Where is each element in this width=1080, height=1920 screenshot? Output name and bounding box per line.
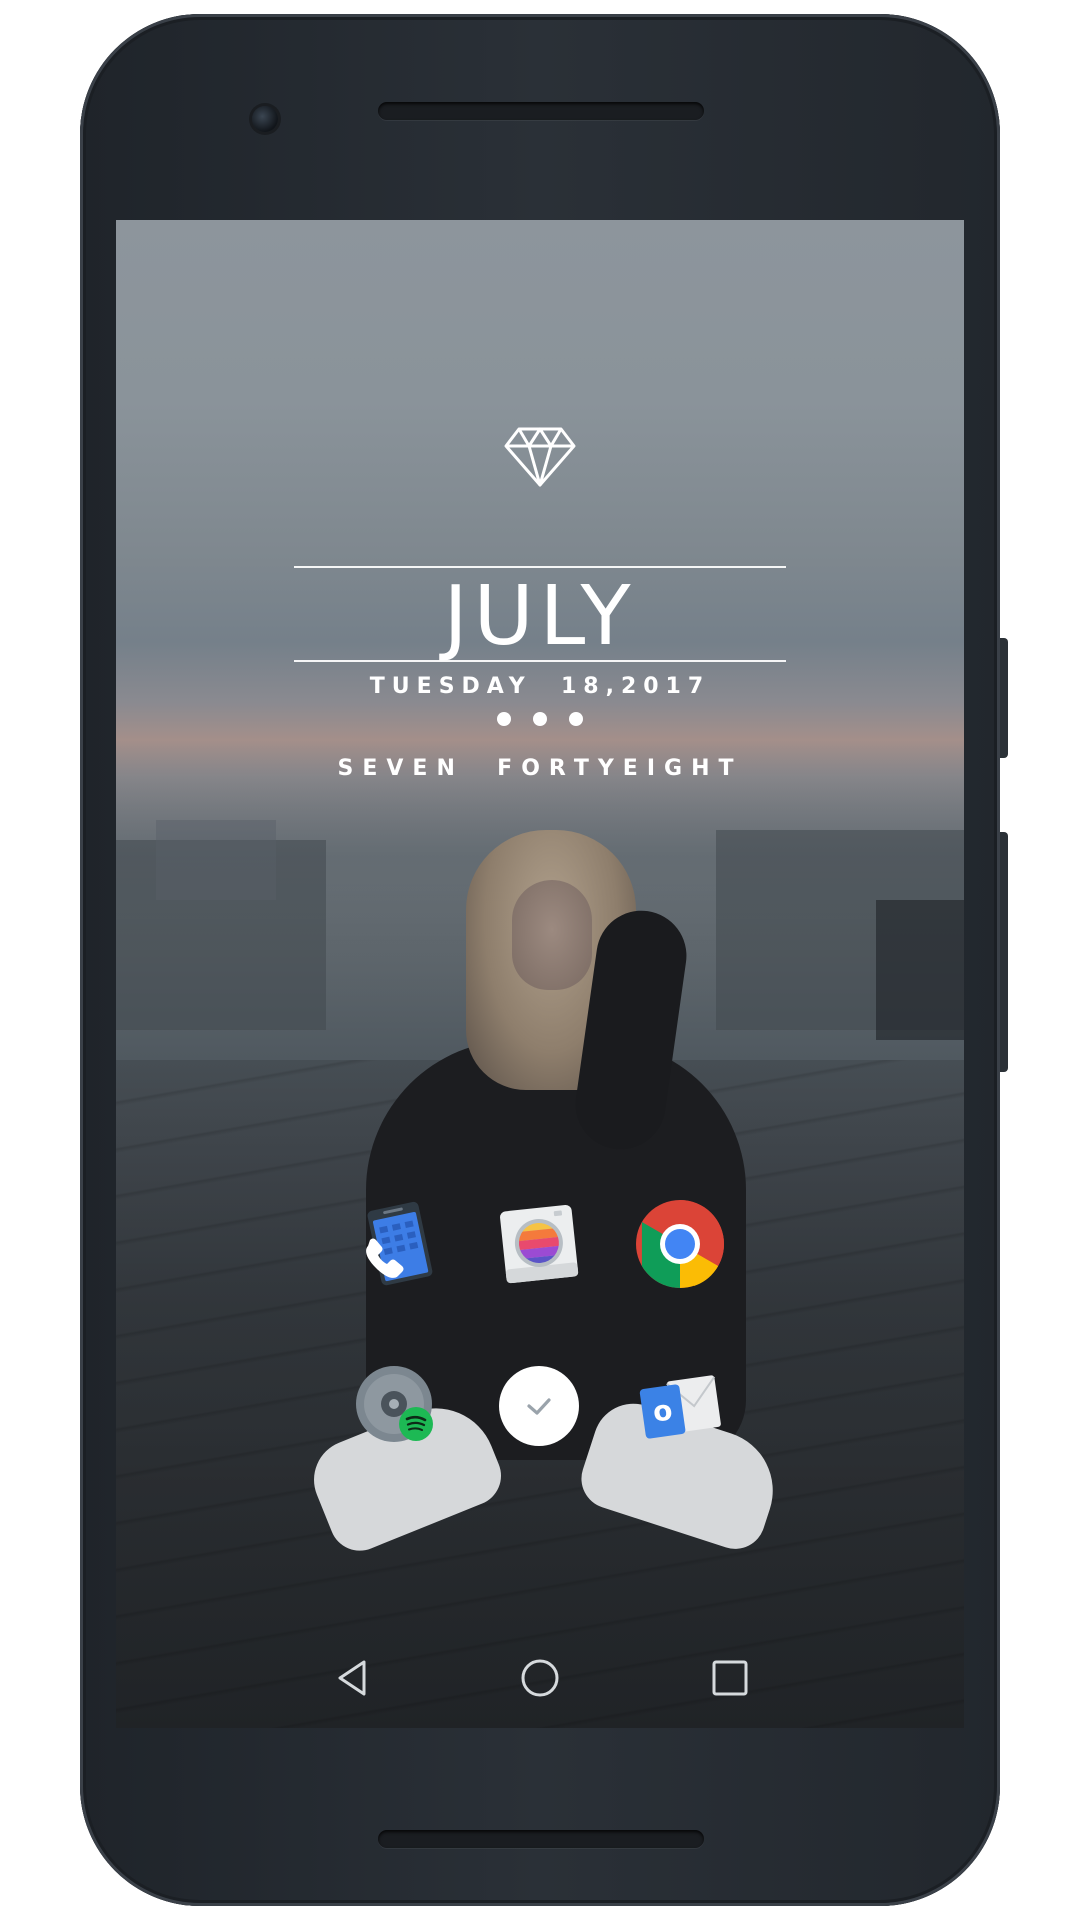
camera-app[interactable] <box>491 1196 587 1292</box>
dot <box>569 712 583 726</box>
divider-top <box>294 566 786 568</box>
dot <box>533 712 547 726</box>
chrome-icon <box>636 1200 724 1288</box>
volume-rocker[interactable] <box>1000 832 1008 1072</box>
recents-icon <box>712 1660 748 1696</box>
bottom-speaker-grille <box>378 1830 704 1848</box>
power-button[interactable] <box>1000 638 1008 758</box>
home-screen: JULY TUESDAY 18,2017 SEVEN FORTYEIGHT o <box>116 220 964 1728</box>
home-button[interactable] <box>516 1654 564 1702</box>
back-icon <box>338 1660 366 1696</box>
chrome-app[interactable] <box>632 1196 728 1292</box>
diamond-icon <box>503 426 577 488</box>
outlook-icon: o <box>639 1375 721 1439</box>
back-button[interactable] <box>328 1654 376 1702</box>
separator-dots <box>116 712 964 726</box>
date-label: TUESDAY 18,2017 <box>369 674 711 699</box>
navigation-bar <box>116 1632 964 1728</box>
dot <box>497 712 511 726</box>
spotify-music-app[interactable] <box>350 1358 446 1454</box>
check-icon <box>499 1366 579 1446</box>
phone-dialer-icon <box>366 1201 433 1286</box>
month-label: JULY <box>443 569 637 664</box>
phone-frame: JULY TUESDAY 18,2017 SEVEN FORTYEIGHT o <box>80 14 1008 1906</box>
stage: JULY TUESDAY 18,2017 SEVEN FORTYEIGHT o <box>0 0 1080 1920</box>
recents-button[interactable] <box>706 1654 754 1702</box>
camera-icon <box>500 1205 579 1284</box>
front-camera <box>252 106 278 132</box>
spotify-music-icon <box>356 1366 433 1442</box>
time-label: SEVEN FORTYEIGHT <box>337 756 743 781</box>
home-icon <box>521 1659 559 1697</box>
outlook-app[interactable]: o <box>632 1358 728 1454</box>
divider-bottom <box>294 660 786 662</box>
checkmark-app[interactable] <box>491 1358 587 1454</box>
top-speaker-grille <box>378 102 704 120</box>
phone-dialer-app[interactable] <box>350 1196 446 1292</box>
date-time-widget: JULY TUESDAY 18,2017 SEVEN FORTYEIGHT <box>116 220 964 1728</box>
